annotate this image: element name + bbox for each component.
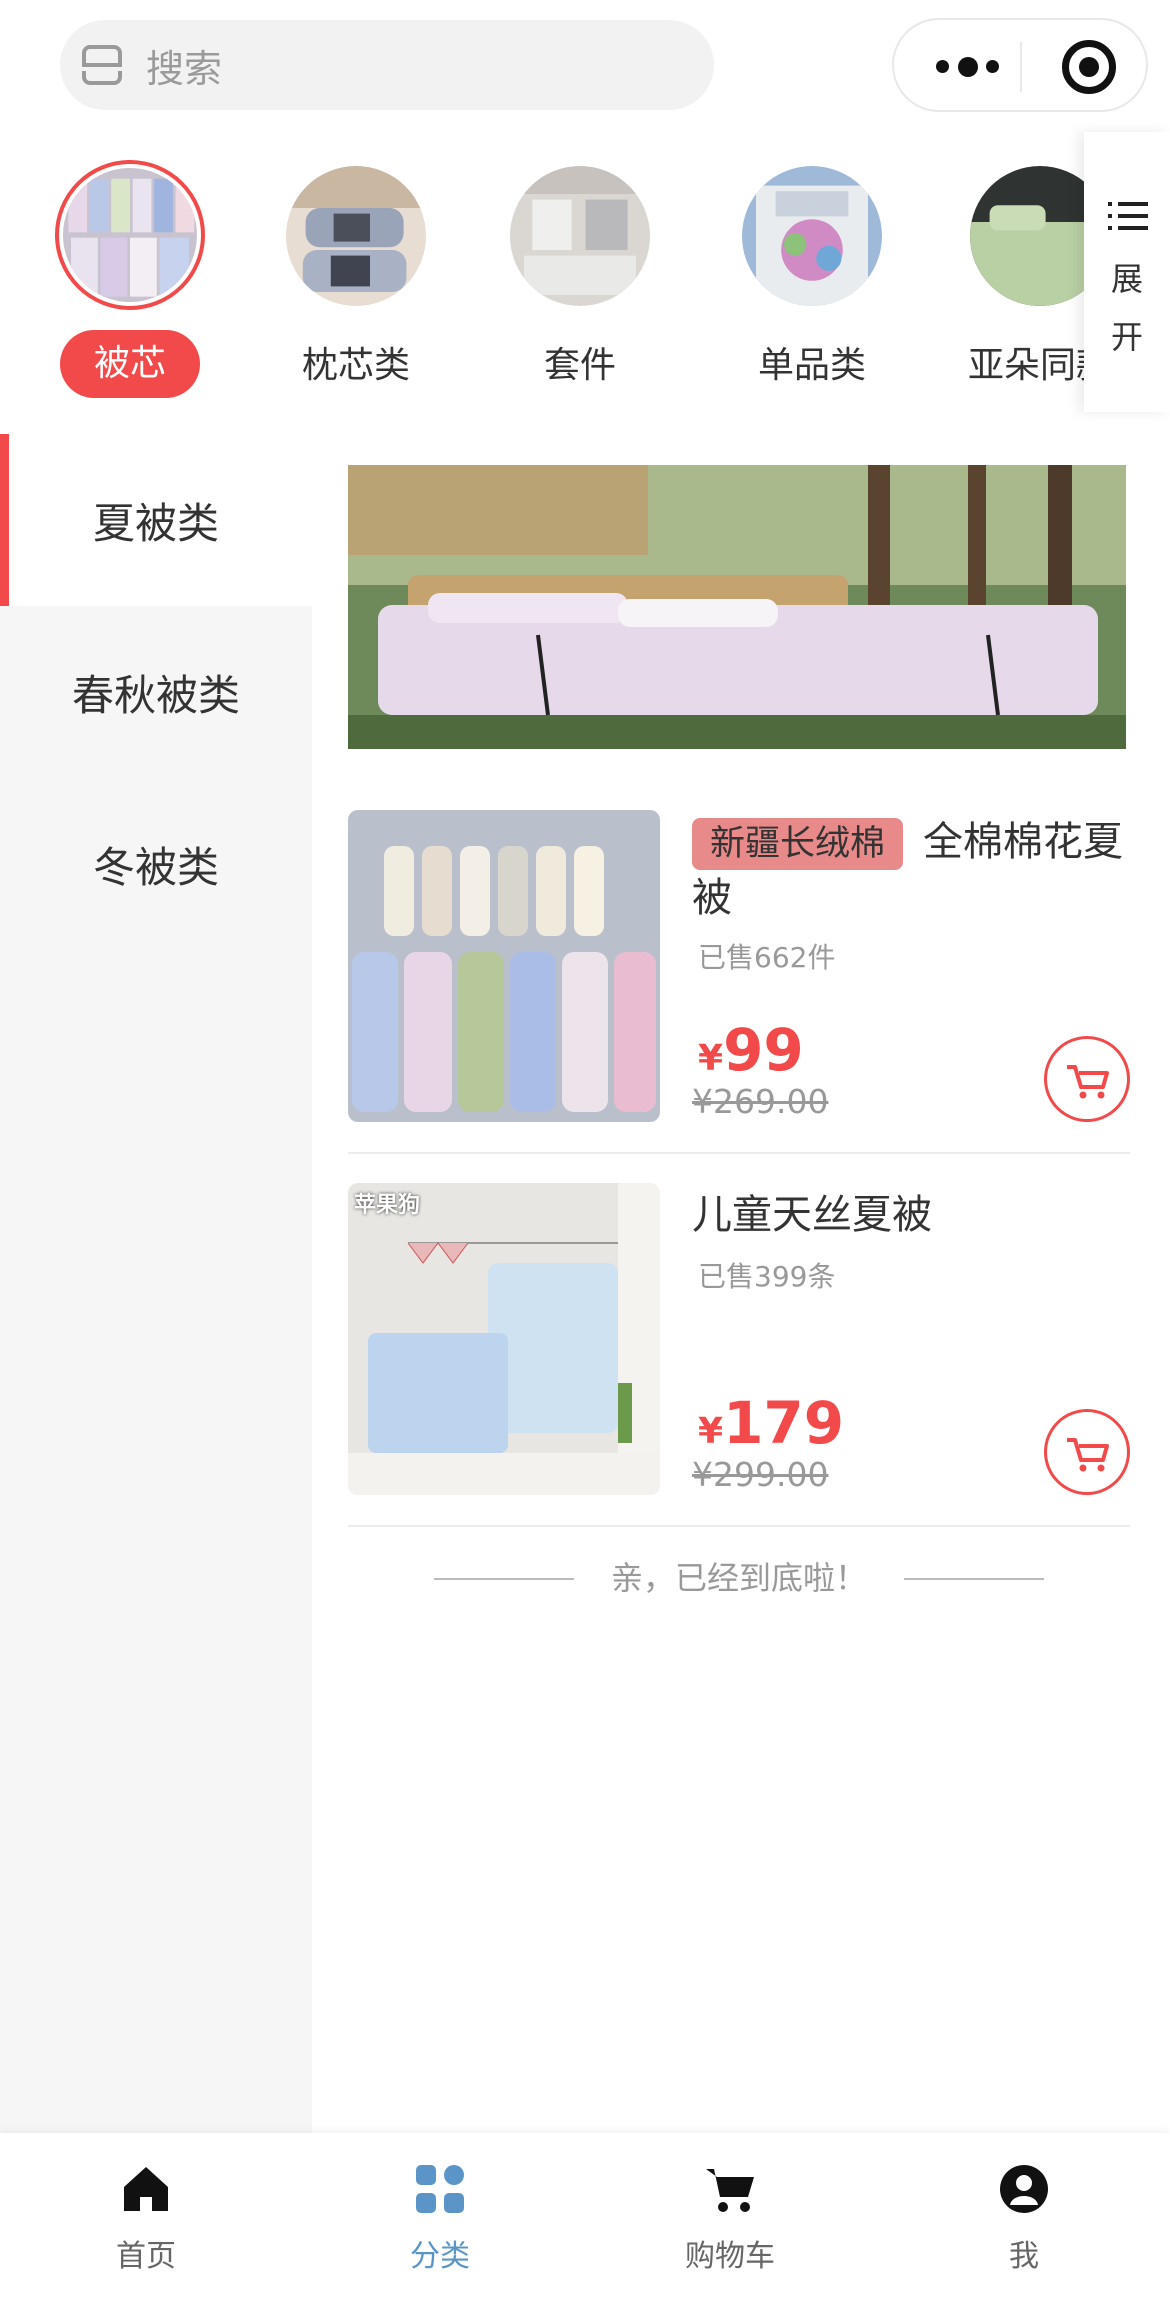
product-image: 苹果狗 (348, 1183, 660, 1495)
scan-icon (82, 45, 122, 85)
end-line-left (434, 1578, 574, 1580)
pillow-image (286, 166, 426, 306)
top-bar: 搜索 (0, 0, 1170, 130)
category-thumbnail (970, 166, 1090, 306)
cart-icon (1067, 1065, 1109, 1099)
cart-icon (706, 2169, 754, 2212)
category-label: 单品类 (757, 345, 866, 386)
expand-label: 展 开 (1110, 260, 1143, 356)
category-label: 套件 (543, 345, 616, 386)
user-icon (1000, 2165, 1048, 2213)
bottom-tab-bar: 首页 分类 购物车 我 (0, 2133, 1170, 2313)
tab-label: 我 (1009, 2239, 1039, 2274)
tab-label: 购物车 (685, 2239, 775, 2274)
category-thumbnail (510, 166, 650, 306)
kids-quilt-photo (348, 1183, 660, 1495)
category-thumbnail (742, 166, 882, 306)
tab-label: 分类 (410, 2239, 470, 2274)
original-price: ¥269.00 (692, 1082, 829, 1121)
close-target-icon[interactable] (1062, 40, 1116, 94)
tab-label: 首页 (116, 2239, 176, 2274)
menu-item-summer[interactable]: 夏被类 (0, 434, 312, 606)
green-bedding-image (970, 166, 1090, 306)
category-item-zhen-xin[interactable]: 枕芯类 (256, 150, 456, 410)
category-thumbnail (286, 166, 426, 306)
product-price: ¥99 (698, 1016, 804, 1084)
product-title: 新疆长绒棉 全棉棉花夏被 (692, 818, 1124, 921)
category-item-bei-xin[interactable]: 被芯 (30, 150, 230, 410)
mini-program-capsule (892, 18, 1148, 112)
category-strip: 被芯 枕芯类 套件 单品类 亚朵同 (0, 150, 1090, 410)
original-price: ¥299.00 (692, 1455, 829, 1494)
grid-icon (416, 2165, 464, 2213)
storefront-image (742, 166, 882, 306)
quilt-rolls-image (63, 168, 197, 302)
category-label: 枕芯类 (301, 345, 410, 386)
end-line-right (904, 1578, 1044, 1580)
category-label: 亚朵同款 (967, 345, 1090, 386)
menu-item-winter[interactable]: 冬被类 (0, 778, 312, 950)
product-card[interactable]: 新疆长绒棉 全棉棉花夏被 已售662件 ¥99 ¥269.00 (348, 810, 1130, 1122)
cart-icon (1067, 1438, 1109, 1472)
promo-banner[interactable] (348, 465, 1126, 749)
category-label: 被芯 (60, 330, 200, 398)
category-thumbnail (55, 160, 205, 310)
tab-cart[interactable]: 购物车 (630, 2157, 830, 2287)
expand-categories-button[interactable]: 展 开 (1084, 132, 1170, 412)
product-image (348, 810, 660, 1122)
list-icon (1108, 200, 1148, 232)
product-divider (348, 1525, 1130, 1527)
add-to-cart-button[interactable] (1044, 1036, 1130, 1122)
sold-count: 已售662件 (698, 941, 836, 974)
product-tag: 新疆长绒棉 (692, 818, 904, 870)
sold-count: 已售399条 (698, 1260, 836, 1293)
tab-category[interactable]: 分类 (340, 2157, 540, 2287)
product-card[interactable]: 苹果狗 儿童天丝夏被 已售399条 ¥179 ¥299.00 (348, 1183, 1130, 1495)
category-item-dan-pin[interactable]: 单品类 (712, 150, 912, 410)
banner-image (348, 465, 1126, 749)
image-badge: 苹果狗 (354, 1193, 421, 1218)
tab-me[interactable]: 我 (924, 2157, 1124, 2287)
product-title: 儿童天丝夏被 (692, 1192, 932, 1238)
menu-item-spring-autumn[interactable]: 春秋被类 (0, 606, 312, 778)
end-of-list-text: 亲，已经到底啦！ (610, 1559, 867, 1597)
category-item-ya-duo[interactable]: 亚朵同款 (940, 150, 1090, 410)
bedding-set-image (510, 166, 650, 306)
add-to-cart-button[interactable] (1044, 1409, 1130, 1495)
more-icon[interactable] (928, 56, 1008, 78)
product-divider (348, 1152, 1130, 1154)
quilt-rolls-photo (348, 810, 660, 1122)
capsule-divider (1020, 42, 1022, 92)
search-placeholder: 搜索 (146, 46, 223, 91)
home-icon (124, 2167, 168, 2211)
tab-home[interactable]: 首页 (46, 2157, 246, 2287)
product-price: ¥179 (698, 1389, 845, 1457)
end-of-list: 亲，已经到底啦！ (348, 1556, 1130, 1600)
sub-category-menu: 夏被类 春秋被类 冬被类 (0, 434, 312, 2134)
search-input[interactable]: 搜索 (60, 20, 714, 110)
category-item-tao-jian[interactable]: 套件 (480, 150, 680, 410)
